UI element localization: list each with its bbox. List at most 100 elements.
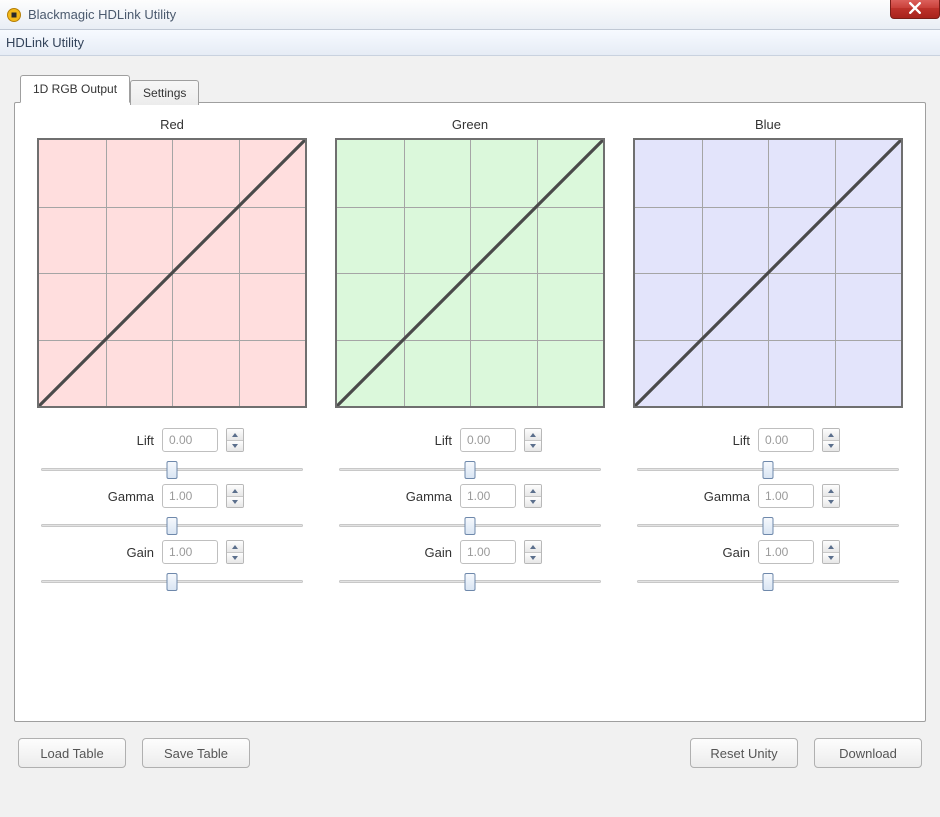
spinner-down-icon[interactable]	[525, 496, 541, 507]
gain-label: Gain	[100, 545, 154, 560]
gamma-slider-blue	[633, 516, 903, 534]
spinner-up-icon[interactable]	[525, 429, 541, 440]
tabstrip: 1D RGB Output Settings	[20, 74, 926, 102]
client-area: 1D RGB Output Settings Red Lift 0.00 Gamma 1…	[0, 56, 940, 817]
lift-slider-red	[37, 460, 307, 478]
gain-input-green[interactable]: 1.00	[460, 540, 516, 564]
gamma-slider-red	[37, 516, 307, 534]
app-icon	[6, 7, 22, 23]
curve-plot-red[interactable]	[37, 138, 307, 408]
gain-row-green: Gain 1.00	[335, 540, 605, 564]
gain-slider-thumb-green[interactable]	[465, 573, 476, 591]
gain-label: Gain	[398, 545, 452, 560]
gain-spinner-red	[226, 540, 244, 564]
gain-spinner-green	[524, 540, 542, 564]
download-button[interactable]: Download	[814, 738, 922, 768]
lift-label: Lift	[398, 433, 452, 448]
tab-label: 1D RGB Output	[33, 82, 117, 96]
gamma-row-red: Gamma 1.00	[37, 484, 307, 508]
lift-spinner-red	[226, 428, 244, 452]
lift-slider-blue	[633, 460, 903, 478]
menu-item-hdlink-utility[interactable]: HDLink Utility	[6, 35, 84, 50]
gamma-input-red[interactable]: 1.00	[162, 484, 218, 508]
spinner-up-icon[interactable]	[525, 485, 541, 496]
spinner-up-icon[interactable]	[823, 485, 839, 496]
lift-input-green[interactable]: 0.00	[460, 428, 516, 452]
gain-input-red[interactable]: 1.00	[162, 540, 218, 564]
footer-buttons: Load Table Save Table Reset Unity Downlo…	[14, 738, 926, 768]
lift-spinner-green	[524, 428, 542, 452]
tab-label: Settings	[143, 86, 186, 100]
channel-red: Red Lift 0.00 Gamma 1.00 Gain 1.00	[33, 117, 311, 590]
gain-slider-thumb-blue[interactable]	[763, 573, 774, 591]
gain-slider-green	[335, 572, 605, 590]
gain-slider-thumb-red[interactable]	[167, 573, 178, 591]
lift-slider-thumb-green[interactable]	[465, 461, 476, 479]
curve-plot-green[interactable]	[335, 138, 605, 408]
spinner-down-icon[interactable]	[823, 552, 839, 563]
lift-row-red: Lift 0.00	[37, 428, 307, 452]
channel-green: Green Lift 0.00 Gamma 1.00 Gain 1.00	[331, 117, 609, 590]
gamma-label: Gamma	[100, 489, 154, 504]
load-table-button[interactable]: Load Table	[18, 738, 126, 768]
spinner-up-icon[interactable]	[823, 429, 839, 440]
tab-settings[interactable]: Settings	[130, 80, 199, 105]
gamma-label: Gamma	[696, 489, 750, 504]
gamma-spinner-red	[226, 484, 244, 508]
gain-slider-red	[37, 572, 307, 590]
channel-title-blue: Blue	[755, 117, 781, 132]
lift-label: Lift	[100, 433, 154, 448]
params-blue: Lift0.00Gamma1.00Gain1.00	[633, 422, 903, 590]
spinner-up-icon[interactable]	[227, 541, 243, 552]
spinner-up-icon[interactable]	[227, 429, 243, 440]
save-table-button[interactable]: Save Table	[142, 738, 250, 768]
gain-input-blue[interactable]: 1.00	[758, 540, 814, 564]
tab-panel-1d-rgb-output: Red Lift 0.00 Gamma 1.00 Gain 1.00 Green Lift 0.0…	[14, 102, 926, 722]
lift-label: Lift	[696, 433, 750, 448]
spinner-down-icon[interactable]	[227, 552, 243, 563]
gamma-slider-green	[335, 516, 605, 534]
spinner-down-icon[interactable]	[227, 440, 243, 451]
lift-slider-thumb-blue[interactable]	[763, 461, 774, 479]
channel-title-green: Green	[452, 117, 488, 132]
spinner-up-icon[interactable]	[227, 485, 243, 496]
channel-blue: BlueLift0.00Gamma1.00Gain1.00	[629, 117, 907, 590]
gain-spinner-blue	[822, 540, 840, 564]
spinner-down-icon[interactable]	[823, 496, 839, 507]
gain-row-red: Gain 1.00	[37, 540, 307, 564]
gamma-label: Gamma	[398, 489, 452, 504]
curve-plot-blue[interactable]	[633, 138, 903, 408]
titlebar: Blackmagic HDLink Utility	[0, 0, 940, 30]
spinner-down-icon[interactable]	[227, 496, 243, 507]
gamma-input-blue[interactable]: 1.00	[758, 484, 814, 508]
lift-row-green: Lift 0.00	[335, 428, 605, 452]
gamma-slider-thumb-blue[interactable]	[763, 517, 774, 535]
gamma-input-green[interactable]: 1.00	[460, 484, 516, 508]
lift-input-blue[interactable]: 0.00	[758, 428, 814, 452]
params-green: Lift 0.00 Gamma 1.00 Gain 1.00	[335, 422, 605, 590]
gamma-row-blue: Gamma 1.00	[633, 484, 903, 508]
tab-1d-rgb-output[interactable]: 1D RGB Output	[20, 75, 130, 103]
reset-unity-button[interactable]: Reset Unity	[690, 738, 798, 768]
spinner-down-icon[interactable]	[525, 440, 541, 451]
spinner-down-icon[interactable]	[525, 552, 541, 563]
channel-title-red: Red	[160, 117, 184, 132]
gamma-slider-thumb-green[interactable]	[465, 517, 476, 535]
menubar: HDLink Utility	[0, 30, 940, 56]
gamma-slider-thumb-red[interactable]	[167, 517, 178, 535]
lift-input-red[interactable]: 0.00	[162, 428, 218, 452]
window-close-button[interactable]	[890, 0, 940, 19]
gamma-spinner-blue	[822, 484, 840, 508]
spinner-up-icon[interactable]	[823, 541, 839, 552]
lift-spinner-blue	[822, 428, 840, 452]
gain-slider-blue	[633, 572, 903, 590]
gain-row-blue: Gain1.00	[633, 540, 903, 564]
lift-row-blue: Lift 0.00	[633, 428, 903, 452]
lift-slider-green	[335, 460, 605, 478]
spinner-down-icon[interactable]	[823, 440, 839, 451]
params-red: Lift 0.00 Gamma 1.00 Gain 1.00	[37, 422, 307, 590]
lift-slider-thumb-red[interactable]	[167, 461, 178, 479]
spinner-up-icon[interactable]	[525, 541, 541, 552]
gamma-spinner-green	[524, 484, 542, 508]
window-title: Blackmagic HDLink Utility	[28, 7, 176, 22]
